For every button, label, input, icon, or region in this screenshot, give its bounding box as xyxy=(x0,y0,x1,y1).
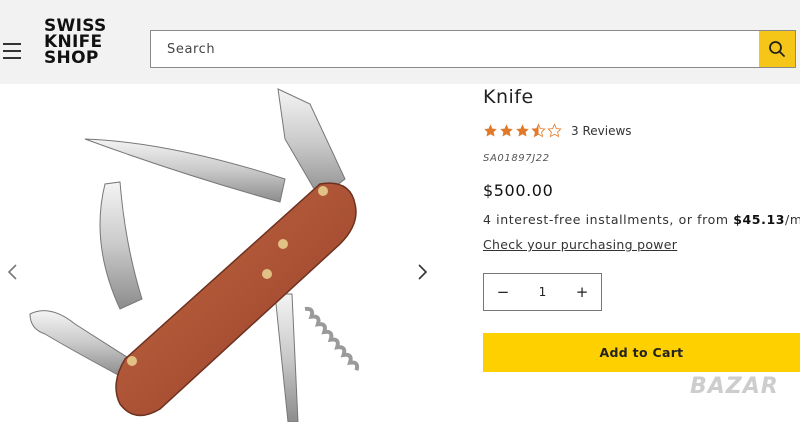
installments-text: 4 interest-free installments, or from xyxy=(483,212,734,227)
logo-line-3: SHOP xyxy=(44,48,99,68)
quantity-stepper: − 1 + xyxy=(483,273,602,311)
product-price: $500.00 xyxy=(483,181,554,200)
chevron-right-icon[interactable] xyxy=(415,262,429,282)
quantity-increase-button[interactable]: + xyxy=(563,274,601,310)
search-input[interactable] xyxy=(151,31,757,67)
product-sku: SA01897J22 xyxy=(483,153,550,164)
watermark: BAZAR xyxy=(690,374,779,399)
product-image[interactable] xyxy=(20,84,410,422)
check-purchasing-power-link[interactable]: Check your purchasing power xyxy=(483,237,677,252)
chevron-left-icon[interactable] xyxy=(6,262,20,282)
star-half-icon xyxy=(531,123,546,138)
quantity-value[interactable]: 1 xyxy=(522,285,563,299)
add-to-cart-button[interactable]: Add to Cart xyxy=(483,333,800,372)
installments-amount: $45.13 xyxy=(733,212,786,227)
quantity-decrease-button[interactable]: − xyxy=(484,274,522,310)
star-full-icon xyxy=(484,124,497,137)
reviews-count[interactable]: 3 Reviews xyxy=(571,124,632,138)
search-bar xyxy=(150,30,796,68)
search-icon xyxy=(769,41,785,57)
rating-stars xyxy=(483,123,563,138)
product-title: Knife xyxy=(483,86,534,108)
installments-info: 4 interest-free installments, or from $4… xyxy=(483,212,800,227)
search-button[interactable] xyxy=(759,31,795,67)
site-logo[interactable]: SWISS KNIFE SHOP xyxy=(44,18,128,68)
star-empty-icon xyxy=(547,123,562,138)
product-gallery xyxy=(0,84,440,422)
star-full-icon xyxy=(500,124,513,137)
product-rating[interactable]: 3 Reviews xyxy=(483,123,632,138)
installments-suffix: /mo xyxy=(785,212,800,227)
hamburger-menu-icon[interactable] xyxy=(3,43,21,59)
star-full-icon xyxy=(516,124,529,137)
site-header: SWISS KNIFE SHOP xyxy=(0,0,800,84)
